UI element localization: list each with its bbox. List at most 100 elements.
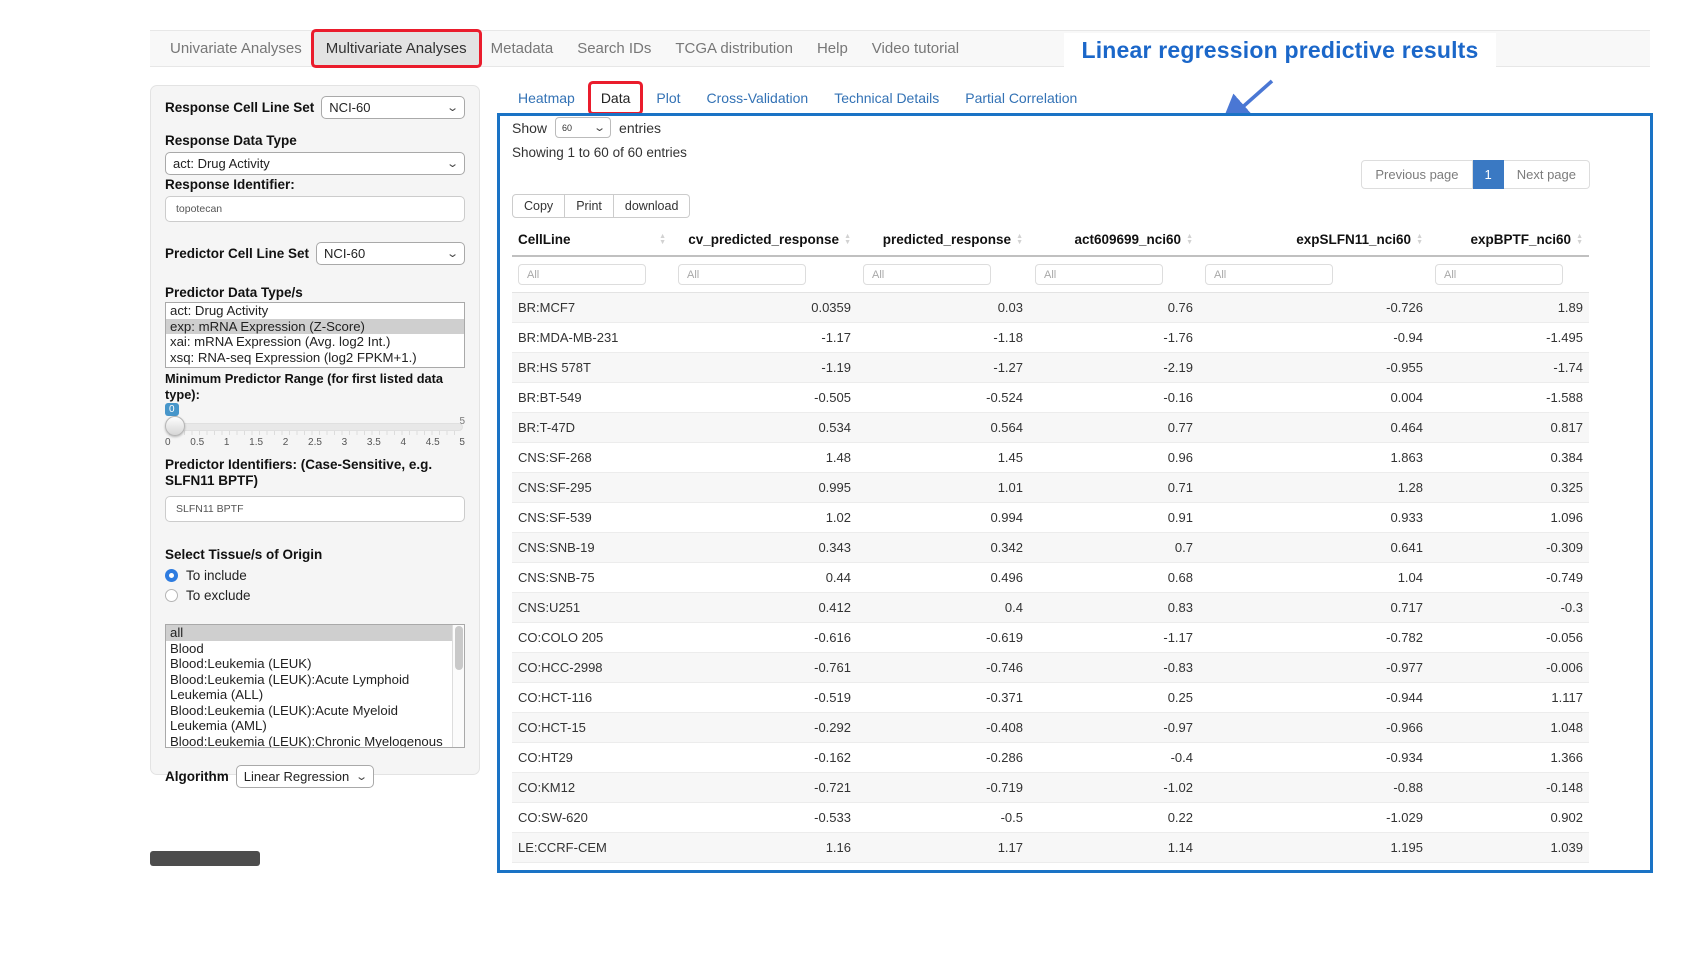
nav-item-univariate-analyses[interactable]: Univariate Analyses	[158, 32, 314, 65]
table-cell: CO:HCT-116	[512, 683, 672, 713]
table-cell: CNS:SNB-75	[512, 563, 672, 593]
predictor-data-type-listbox[interactable]: act: Drug Activityexp: mRNA Expression (…	[165, 302, 465, 368]
tab-data[interactable]: Data	[591, 84, 641, 112]
page-1-button[interactable]: 1	[1473, 160, 1504, 189]
table-cell: -0.5	[857, 803, 1029, 833]
table-cell: -1.19	[672, 353, 857, 383]
nav-item-multivariate-analyses[interactable]: Multivariate Analyses	[314, 32, 479, 65]
column-header-predicted-response[interactable]: predicted_response▲▼	[857, 224, 1029, 256]
table-cell: -0.749	[1429, 563, 1589, 593]
table-cell: -0.16	[1029, 383, 1199, 413]
download-button[interactable]: download	[614, 194, 691, 218]
analysis-settings-sidebar: Response Cell Line Set NCI-60 ⌄ Response…	[150, 85, 480, 775]
table-cell: -0.408	[857, 713, 1029, 743]
predictor-data-type-option[interactable]: xai: mRNA Expression (Avg. log2 Int.)	[166, 334, 464, 350]
column-filter-predicted-response[interactable]	[863, 264, 991, 285]
nav-item-tcga-distribution[interactable]: TCGA distribution	[663, 32, 805, 65]
response-identifier-label: Response Identifier:	[165, 177, 465, 193]
column-header-cv-predicted-response[interactable]: cv_predicted_response▲▼	[672, 224, 857, 256]
column-header-content: cv_predicted_response▲▼	[678, 232, 851, 247]
table-cell: LE:CCRF-CEM	[512, 833, 672, 863]
column-filter-expslfn11-nci60[interactable]	[1205, 264, 1333, 285]
sort-desc-icon: ▼	[844, 240, 851, 246]
response-identifier-input[interactable]: topotecan	[165, 196, 465, 222]
sort-desc-icon: ▼	[1186, 240, 1193, 246]
cutoff-element	[150, 851, 260, 866]
column-filter-expbptf-nci60[interactable]	[1435, 264, 1563, 285]
predictor-data-type-option[interactable]: act: Drug Activity	[166, 303, 464, 319]
table-cell: -1.02	[1029, 773, 1199, 803]
response-cell-line-set-select[interactable]: NCI-60 ⌄	[321, 96, 465, 119]
column-header-expslfn11-nci60[interactable]: expSLFN11_nci60▲▼	[1199, 224, 1429, 256]
tissue-listbox[interactable]: allBloodBlood:Leukemia (LEUK)Blood:Leuke…	[165, 624, 465, 748]
nav-item-metadata[interactable]: Metadata	[479, 32, 566, 65]
slider-minor-ticks	[169, 431, 461, 435]
tissue-option[interactable]: Blood:Leukemia (LEUK):Acute Myeloid Leuk…	[166, 703, 453, 734]
radio-checked-icon	[165, 569, 178, 582]
table-cell: BR:BT-549	[512, 383, 672, 413]
predictor-data-type-option[interactable]: xsq: RNA-seq Expression (log2 FPKM+1.)	[166, 350, 464, 366]
sort-icon: ▲▼	[1016, 234, 1023, 246]
tab-partial-correlation[interactable]: Partial Correlation	[955, 84, 1087, 112]
tissue-exclude-radio[interactable]: To exclude	[165, 588, 465, 603]
table-cell: CO:SW-620	[512, 803, 672, 833]
next-page-button[interactable]: Next page	[1504, 160, 1590, 189]
slider-track[interactable]	[167, 423, 463, 431]
predictor-identifiers-label: Predictor Identifiers: (Case-Sensitive, …	[165, 457, 465, 489]
tab-heatmap[interactable]: Heatmap	[508, 84, 585, 112]
table-cell: -0.719	[857, 773, 1029, 803]
table-cell: -0.148	[1429, 773, 1589, 803]
previous-page-button[interactable]: Previous page	[1361, 160, 1472, 189]
predictor-cell-line-set-select[interactable]: NCI-60 ⌄	[316, 242, 465, 265]
column-header-cellline[interactable]: CellLine▲▼	[512, 224, 672, 256]
table-cell: -0.944	[1199, 683, 1429, 713]
nav-item-search-ids[interactable]: Search IDs	[565, 32, 663, 65]
copy-button[interactable]: Copy	[512, 194, 565, 218]
column-filter-cv-predicted-response[interactable]	[678, 264, 806, 285]
table-cell: 1.039	[1429, 833, 1589, 863]
algorithm-select[interactable]: Linear Regression ⌄	[236, 765, 374, 788]
tab-cross-validation[interactable]: Cross-Validation	[697, 84, 819, 112]
results-table: CellLine▲▼ cv_predicted_response▲▼ predict…	[512, 224, 1589, 873]
table-cell: -1.74	[1429, 353, 1589, 383]
show-label: Show	[512, 120, 547, 136]
predictor-data-type-option[interactable]: exp: mRNA Expression (Z-Score)	[166, 319, 464, 335]
nav-item-help[interactable]: Help	[805, 32, 860, 65]
slider-tick-label: 3	[342, 437, 348, 448]
column-header-act609699-nci60[interactable]: act609699_nci60▲▼	[1029, 224, 1199, 256]
column-filter-act609699-nci60[interactable]	[1035, 264, 1163, 285]
tab-technical-details[interactable]: Technical Details	[824, 84, 949, 112]
tissue-option[interactable]: Blood:Leukemia (LEUK)	[166, 656, 453, 672]
column-header-content: predicted_response▲▼	[863, 232, 1023, 247]
tissue-include-radio[interactable]: To include	[165, 568, 465, 583]
scrollbar-thumb[interactable]	[455, 626, 463, 670]
table-cell: -1.588	[1429, 383, 1589, 413]
tissue-option[interactable]: Blood:Leukemia (LEUK):Acute Lymphoid Leu…	[166, 672, 453, 703]
column-filter-cellline[interactable]	[518, 264, 646, 285]
print-button[interactable]: Print	[565, 194, 614, 218]
table-cell: 0.902	[1429, 803, 1589, 833]
table-cell: 1.45	[857, 443, 1029, 473]
table-cell: -1.495	[1429, 323, 1589, 353]
chevron-down-icon: ⌄	[446, 247, 459, 260]
scrollbar[interactable]	[452, 625, 464, 747]
tissue-option[interactable]: Blood:Leukemia (LEUK):Chronic Myelogenou…	[166, 734, 453, 749]
page-length-select[interactable]: 60 ⌄	[555, 117, 611, 138]
table-cell: BR:MCF7	[512, 293, 672, 323]
tab-plot[interactable]: Plot	[646, 84, 690, 112]
slider-handle[interactable]	[165, 416, 185, 436]
nav-item-video-tutorial[interactable]: Video tutorial	[860, 32, 971, 65]
tissue-option[interactable]: all	[166, 625, 453, 641]
column-header-expbptf-nci60[interactable]: expBPTF_nci60▲▼	[1429, 224, 1589, 256]
table-cell: LE:HL-60(TB)	[512, 863, 672, 874]
table-row: CNS:U2510.4120.40.830.717-0.3	[512, 593, 1589, 623]
tissue-option[interactable]: Blood	[166, 641, 453, 657]
predictor-identifiers-input[interactable]: SLFN11 BPTF	[165, 496, 465, 522]
algorithm-label: Algorithm	[165, 769, 229, 785]
predictor-cell-line-set-value: NCI-60	[324, 246, 365, 261]
table-row: CNS:SNB-190.3430.3420.70.641-0.309	[512, 533, 1589, 563]
filter-cell	[1029, 256, 1199, 293]
response-data-type-select[interactable]: act: Drug Activity ⌄	[165, 152, 465, 175]
table-row: CO:HCC-2998-0.761-0.746-0.83-0.977-0.006	[512, 653, 1589, 683]
sort-icon: ▲▼	[1576, 234, 1583, 246]
